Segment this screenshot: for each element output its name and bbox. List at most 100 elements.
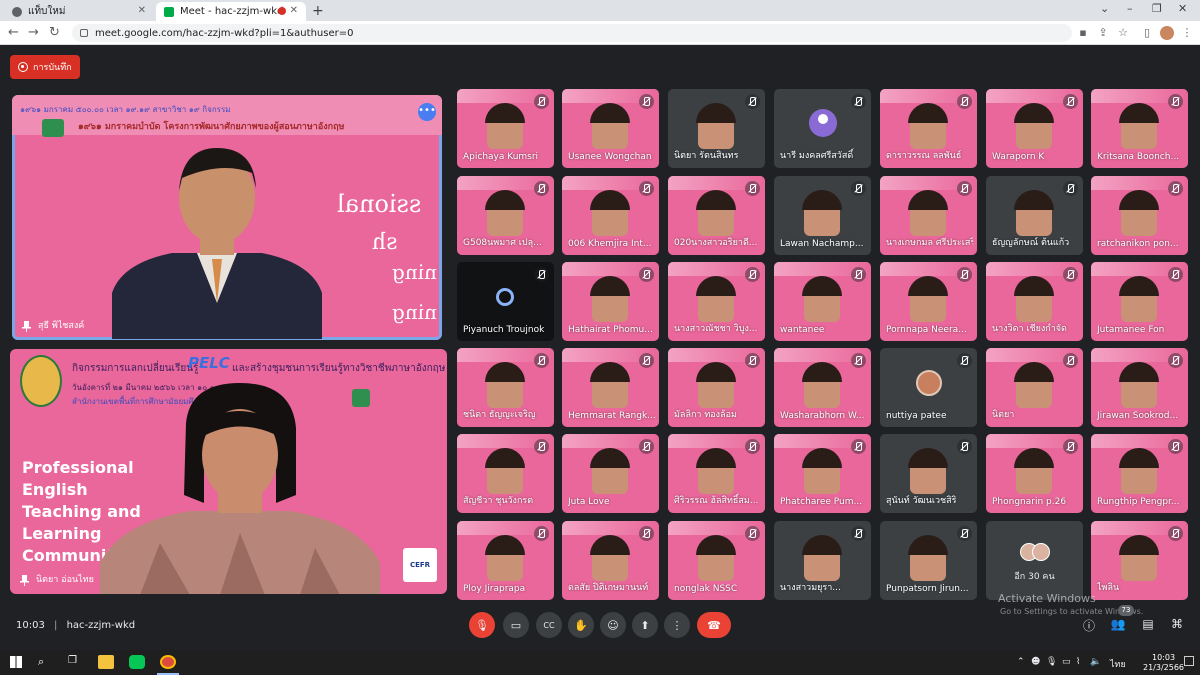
- mic-toggle-button[interactable]: 🎙: [469, 612, 495, 638]
- slide-banner-line: ๑๙๖๑ มกราคม ๕๐๐.๐๐ เวลา ๑๙.๑๙ สาขาวิชา ๑…: [20, 105, 231, 114]
- tab-new-tab[interactable]: แท็บใหม่ ✕: [4, 2, 154, 21]
- leave-call-button[interactable]: ☎: [697, 612, 731, 638]
- laptop-tray-icon[interactable]: ▭: [1062, 657, 1071, 667]
- close-icon[interactable]: ✕: [290, 5, 298, 16]
- address-bar[interactable]: meet.google.com/hac-zzjm-wkd?pli=1&authu…: [72, 24, 1072, 42]
- participant-tile[interactable]: นิตยา: [986, 348, 1083, 427]
- participant-tile[interactable]: 006 Khemjira Int...: [562, 176, 659, 255]
- spotlight-tile-top[interactable]: ๑๙๖๑ มกราคม ๕๐๐.๐๐ เวลา ๑๙.๑๙ สาขาวิชา ๑…: [12, 95, 442, 340]
- tab-search-icon[interactable]: ⌄: [1100, 2, 1109, 15]
- camera-toggle-button[interactable]: ▭: [503, 612, 529, 638]
- pin-icon[interactable]: [22, 321, 31, 332]
- participant-tile[interactable]: ธัญญลักษณ์ ต้นแก้ว: [986, 176, 1083, 255]
- participant-tile[interactable]: นางวิดา เชียงกำจัด: [986, 262, 1083, 341]
- mic-tray-icon[interactable]: 🎙: [1046, 657, 1057, 667]
- wifi-tray-icon[interactable]: ⌇: [1076, 657, 1080, 667]
- participant-tile[interactable]: Jutamanee Fon: [1091, 262, 1188, 341]
- person-tray-icon[interactable]: ☻: [1031, 657, 1040, 667]
- participant-tile[interactable]: นิตยา รัตนสินทร: [668, 89, 765, 168]
- participant-tile[interactable]: มัลลิกา ทองล้อม: [668, 348, 765, 427]
- share-icon[interactable]: ⇪: [1096, 26, 1110, 40]
- participant-tile[interactable]: นางสาวณัชชา วิบูง...: [668, 262, 765, 341]
- side-panel-icon[interactable]: ▯: [1140, 26, 1154, 40]
- participant-tile[interactable]: ชนิดา ธัญญะเจริญ: [457, 348, 554, 427]
- file-explorer-icon[interactable]: [98, 655, 114, 669]
- participant-tile[interactable]: ratchanikon pon...: [1091, 176, 1188, 255]
- tray-expand-icon[interactable]: ⌃: [1017, 657, 1025, 667]
- participant-tile[interactable]: สุนันท์ วัฒนเวชสิริ: [880, 434, 977, 513]
- participant-tile[interactable]: Piyanuch Troujnok: [457, 262, 554, 341]
- participant-tile[interactable]: Hathairat Phomu...: [562, 262, 659, 341]
- chrome-taskbar-icon[interactable]: [160, 655, 176, 669]
- participant-tile[interactable]: Hemmarat Rangk...: [562, 348, 659, 427]
- participant-tile[interactable]: nonglak NSSC: [668, 521, 765, 600]
- participant-tile[interactable]: Washarabhorn W...: [774, 348, 871, 427]
- line-app-icon[interactable]: [129, 655, 145, 669]
- more-options-icon[interactable]: •••: [418, 103, 436, 121]
- spotlight-tile-bottom[interactable]: กิจกรรมการแลกเปลี่ยนเรียนรู้ PELC และสร้…: [10, 349, 447, 594]
- close-icon[interactable]: ✕: [138, 5, 146, 16]
- participant-tile[interactable]: Kritsana Boonch...: [1091, 89, 1188, 168]
- participant-tile[interactable]: Phongnarin p.26: [986, 434, 1083, 513]
- participant-tile[interactable]: Apichaya Kumsri: [457, 89, 554, 168]
- chat-icon[interactable]: ▤: [1139, 617, 1157, 635]
- reactions-button[interactable]: ☺: [600, 612, 626, 638]
- notifications-icon[interactable]: [1184, 656, 1194, 666]
- participant-name: สุธี พิไชสงค์: [38, 321, 85, 331]
- menu-icon[interactable]: ⋮: [1180, 26, 1194, 40]
- new-tab-button[interactable]: +: [312, 3, 324, 19]
- recording-button[interactable]: การบันทึก: [10, 55, 80, 79]
- meeting-info-icon[interactable]: ⓘ: [1080, 617, 1098, 635]
- volume-tray-icon[interactable]: 🔈: [1090, 657, 1101, 667]
- present-button[interactable]: ⬆: [632, 612, 658, 638]
- avatar: [916, 370, 942, 396]
- participant-tile[interactable]: Waraporn K: [986, 89, 1083, 168]
- reload-icon[interactable]: ↻: [49, 25, 60, 40]
- participant-tile[interactable]: wantanee: [774, 262, 871, 341]
- system-clock[interactable]: 10:03 21/3/2566: [1143, 653, 1184, 673]
- participant-tile[interactable]: นางสาวมยุรา...: [774, 521, 871, 600]
- participant-tile[interactable]: ศิริวรรณ ฮ้ลสิทธิ์สม...: [668, 434, 765, 513]
- camera-icon[interactable]: ▪: [1076, 26, 1090, 40]
- activities-icon[interactable]: ⌘: [1168, 617, 1186, 635]
- raise-hand-button[interactable]: ✋: [568, 612, 594, 638]
- participant-tile[interactable]: นารี มงคลศรีสวัสดิ์: [774, 89, 871, 168]
- task-view-icon[interactable]: ❐: [68, 655, 77, 666]
- pin-icon[interactable]: [20, 575, 29, 586]
- participant-tile[interactable]: สัญชีวา ชุนวังกรต: [457, 434, 554, 513]
- participant-tile[interactable]: ดาราวรรณ ลลพันธ์: [880, 89, 977, 168]
- captions-button[interactable]: CC: [536, 612, 562, 638]
- participant-tile[interactable]: G508นพมาศ เปลุ...: [457, 176, 554, 255]
- participant-tile[interactable]: ไพลิน: [1091, 521, 1188, 600]
- hair: [1119, 535, 1159, 555]
- maximize-icon[interactable]: ❐: [1152, 2, 1162, 15]
- forward-icon[interactable]: →: [28, 25, 39, 40]
- bookmark-star-icon[interactable]: ☆: [1116, 26, 1130, 40]
- participant-tile[interactable]: Pornnapa Neera...: [880, 262, 977, 341]
- participant-tile[interactable]: ดลสัย ปิติเกษมานนท์: [562, 521, 659, 600]
- tab-meet[interactable]: Meet - hac-zzjm-wkd ✕: [156, 2, 306, 21]
- search-icon[interactable]: ⌕: [38, 655, 44, 669]
- participant-tile[interactable]: Lawan Nachamp...: [774, 176, 871, 255]
- window-close-icon[interactable]: ✕: [1178, 2, 1187, 15]
- mic-off-icon: [745, 439, 760, 454]
- participant-tile[interactable]: Phatcharee Pum...: [774, 434, 871, 513]
- participant-tile[interactable]: Juta Love: [562, 434, 659, 513]
- people-icon[interactable]: 👥: [1109, 617, 1127, 635]
- participant-tile[interactable]: 020นางสาวอริยาดี...: [668, 176, 765, 255]
- participant-tile[interactable]: nuttiya patee: [880, 348, 977, 427]
- participant-tile[interactable]: Ploy Jiraprapa: [457, 521, 554, 600]
- participant-tile[interactable]: Punpatsorn Jirun...: [880, 521, 977, 600]
- windows-start-icon[interactable]: [10, 656, 22, 668]
- input-language[interactable]: ไทย: [1110, 657, 1126, 671]
- more-participants-tile[interactable]: อีก 30 คน: [986, 521, 1083, 600]
- more-options-button[interactable]: ⋮: [664, 612, 690, 638]
- participant-tile[interactable]: Usanee Wongchan: [562, 89, 659, 168]
- participant-tile[interactable]: นางเกษกมล ศรีประเสริฐ: [880, 176, 977, 255]
- minimize-icon[interactable]: –: [1127, 2, 1133, 15]
- camera-app-icon: [496, 288, 514, 306]
- back-icon[interactable]: ←: [8, 25, 19, 40]
- profile-avatar[interactable]: [1160, 26, 1174, 40]
- participant-tile[interactable]: Jirawan Sookrod...: [1091, 348, 1188, 427]
- participant-tile[interactable]: Rungthip Pengpr...: [1091, 434, 1188, 513]
